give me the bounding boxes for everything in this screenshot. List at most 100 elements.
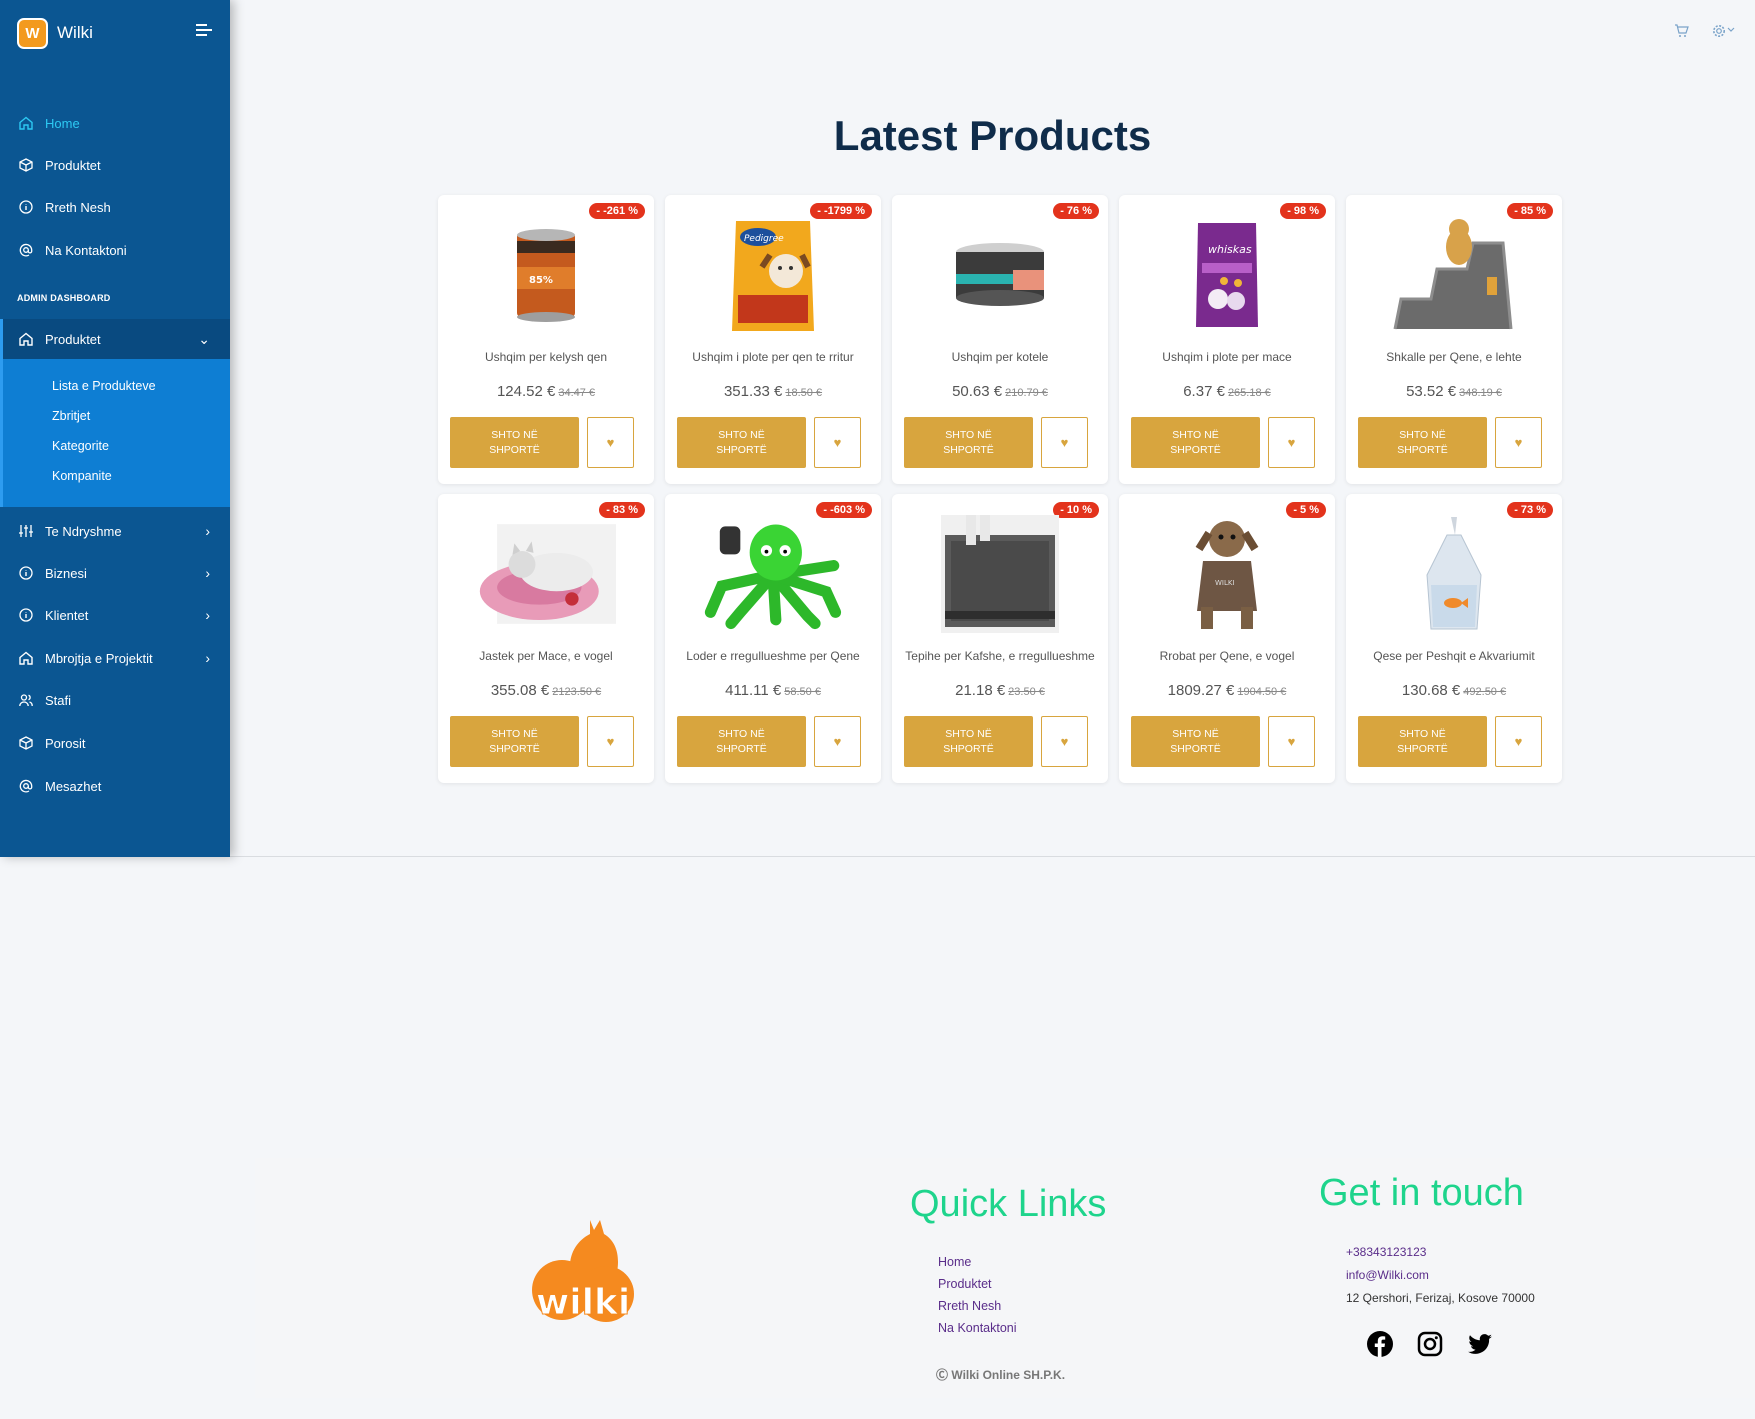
add-to-cart-button[interactable]: SHTO NË SHPORTË — [1131, 417, 1260, 468]
add-to-cart-button[interactable]: SHTO NË SHPORTË — [677, 716, 806, 767]
price-current: 6.37 € — [1183, 383, 1225, 400]
brand-logo: W — [17, 17, 48, 49]
product-name[interactable]: Ushqim i plote per mace — [1123, 350, 1331, 364]
product-name[interactable]: Qese per Peshqit e Akvariumit — [1350, 649, 1558, 663]
footer-link-home[interactable]: Home — [938, 1255, 971, 1269]
sidebar-item-stafi[interactable]: Stafi — [0, 679, 230, 721]
product-image[interactable] — [476, 514, 616, 634]
add-to-cart-button[interactable]: SHTO NË SHPORTË — [1358, 417, 1487, 468]
menu-toggle-icon[interactable] — [196, 24, 212, 38]
svg-text:WILKI: WILKI — [1215, 579, 1235, 587]
product-name[interactable]: Ushqim i plote per qen te rritur — [669, 350, 877, 364]
gear-icon[interactable] — [1712, 24, 1738, 41]
product-image[interactable] — [1384, 215, 1524, 335]
sidebar-item-rreth-nesh[interactable]: Rreth Nesh — [0, 186, 230, 228]
heart-icon: ♥ — [606, 734, 615, 749]
add-to-cart-button[interactable]: SHTO NË SHPORTË — [1358, 716, 1487, 767]
product-name[interactable]: Ushqim per kotele — [896, 350, 1104, 364]
product-name[interactable]: Tepihe per Kafshe, e rregullueshme — [896, 649, 1104, 663]
product-card[interactable]: - 85 % Shkalle per Qene, e lehte 53.52 €… — [1346, 195, 1562, 484]
footer-link-produktet[interactable]: Produktet — [938, 1277, 992, 1291]
chevron-right-icon: › — [205, 523, 210, 539]
product-card[interactable]: - 76 % Ushqim per kotele 50.63 €210.79 €… — [892, 195, 1108, 484]
product-name[interactable]: Jastek per Mace, e vogel — [442, 649, 650, 663]
product-card[interactable]: - -603 % Loder e rregullueshme per Qene … — [665, 494, 881, 783]
favorite-button[interactable]: ♥ — [1495, 417, 1542, 468]
product-image[interactable] — [930, 514, 1070, 634]
sidebar-item-label: Produktet — [45, 331, 101, 347]
sidebar-item-na-kontaktoni[interactable]: Na Kontaktoni — [0, 229, 230, 271]
product-card[interactable]: - 98 % whiskas Ushqim i plote per mace 6… — [1119, 195, 1335, 484]
product-price: 6.37 €265.18 € — [1119, 383, 1335, 400]
add-to-cart-button[interactable]: SHTO NË SHPORTË — [1131, 716, 1260, 767]
twitter-icon[interactable] — [1466, 1330, 1494, 1358]
sidebar-item-te-ndryshme[interactable]: Te Ndryshme › — [0, 510, 230, 552]
product-card[interactable]: - 83 % Jastek per Mace, e vogel 355.08 €… — [438, 494, 654, 783]
users-icon — [19, 693, 33, 707]
svg-text:85%: 85% — [529, 275, 553, 286]
price-old: 58.50 € — [784, 686, 821, 698]
favorite-button[interactable]: ♥ — [814, 716, 861, 767]
add-to-cart-button[interactable]: SHTO NË SHPORTË — [677, 417, 806, 468]
sidebar-item-admin-produktet[interactable]: Produktet ⌄ — [0, 319, 230, 359]
product-card[interactable]: - 10 % Tepihe per Kafshe, e rregullueshm… — [892, 494, 1108, 783]
copyright-text: Wilki Online SH.P.K. — [951, 1368, 1066, 1382]
sidebar-item-label: Biznesi — [45, 565, 87, 581]
product-image[interactable] — [1384, 514, 1524, 634]
favorite-button[interactable]: ♥ — [587, 716, 634, 767]
sidebar-item-klientet[interactable]: Klientet › — [0, 594, 230, 636]
product-image[interactable]: 85% — [476, 215, 616, 335]
product-name[interactable]: Ushqim per kelysh qen — [442, 350, 650, 364]
submenu-item-kategorite[interactable]: Kategorite — [52, 439, 109, 453]
favorite-button[interactable]: ♥ — [1495, 716, 1542, 767]
product-name[interactable]: Loder e rregullueshme per Qene — [669, 649, 877, 663]
add-to-cart-button[interactable]: SHTO NË SHPORTË — [904, 417, 1033, 468]
product-image[interactable]: Pedigree — [703, 215, 843, 335]
sidebar-item-produktet[interactable]: Produktet — [0, 144, 230, 186]
sidebar-item-mbrojtja[interactable]: Mbrojtja e Projektit › — [0, 637, 230, 679]
cart-icon[interactable] — [1674, 24, 1689, 41]
footer-link-na-kontaktoni[interactable]: Na Kontaktoni — [938, 1321, 1017, 1335]
instagram-icon[interactable] — [1416, 1330, 1444, 1358]
contact-email[interactable]: info@Wilki.com — [1346, 1268, 1429, 1282]
product-card[interactable]: - 5 % WILKI Rrobat per Qene, e vogel 180… — [1119, 494, 1335, 783]
sidebar-item-label: Te Ndryshme — [45, 523, 122, 539]
favorite-button[interactable]: ♥ — [1041, 417, 1088, 468]
product-image[interactable]: WILKI — [1157, 514, 1297, 634]
divider — [230, 856, 1755, 857]
product-card[interactable]: - 73 % Qese per Peshqit e Akvariumit 130… — [1346, 494, 1562, 783]
favorite-button[interactable]: ♥ — [1041, 716, 1088, 767]
add-to-cart-button[interactable]: SHTO NË SHPORTË — [450, 417, 579, 468]
submenu-item-lista[interactable]: Lista e Produkteve — [52, 379, 156, 393]
sidebar-item-label: Klientet — [45, 607, 89, 623]
sidebar-item-porosit[interactable]: Porosit — [0, 722, 230, 764]
sidebar-item-label: Rreth Nesh — [45, 199, 111, 215]
home-icon — [19, 116, 33, 130]
product-image[interactable] — [703, 514, 843, 634]
sidebar-item-home[interactable]: Home — [0, 102, 230, 144]
facebook-icon[interactable] — [1366, 1330, 1394, 1358]
favorite-button[interactable]: ♥ — [587, 417, 634, 468]
contact-phone[interactable]: +38343123123 — [1346, 1245, 1426, 1259]
favorite-button[interactable]: ♥ — [1268, 417, 1315, 468]
add-to-cart-button[interactable]: SHTO NË SHPORTË — [904, 716, 1033, 767]
product-image[interactable]: whiskas — [1157, 215, 1297, 335]
product-price: 53.52 €348.19 € — [1346, 383, 1562, 400]
at-icon — [19, 779, 33, 793]
sidebar-item-label: Mbrojtja e Projektit — [45, 650, 153, 666]
footer-logo[interactable]: wilki — [528, 1218, 638, 1324]
submenu-item-zbritjet[interactable]: Zbritjet — [52, 409, 90, 423]
favorite-button[interactable]: ♥ — [1268, 716, 1315, 767]
product-image[interactable] — [930, 215, 1070, 335]
product-card[interactable]: - -1799 % Pedigree Ushqim i plote per qe… — [665, 195, 881, 484]
favorite-button[interactable]: ♥ — [814, 417, 861, 468]
footer-logo-text: wilki — [536, 1282, 630, 1323]
footer-link-rreth-nesh[interactable]: Rreth Nesh — [938, 1299, 1001, 1313]
sidebar-item-mesazhet[interactable]: Mesazhet — [0, 765, 230, 807]
add-to-cart-button[interactable]: SHTO NË SHPORTË — [450, 716, 579, 767]
sidebar-item-biznesi[interactable]: Biznesi › — [0, 552, 230, 594]
submenu-item-kompanite[interactable]: Kompanite — [52, 469, 112, 483]
product-card[interactable]: - -261 % 85% Ushqim per kelysh qen 124.5… — [438, 195, 654, 484]
product-name[interactable]: Shkalle per Qene, e lehte — [1350, 350, 1558, 364]
product-name[interactable]: Rrobat per Qene, e vogel — [1123, 649, 1331, 663]
